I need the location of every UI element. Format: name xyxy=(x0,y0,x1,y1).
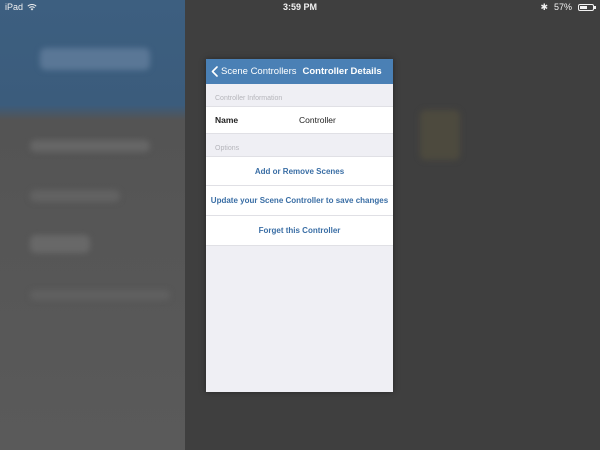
section-header-controller-info: Controller Information xyxy=(215,95,283,102)
page-title: Controller Details xyxy=(302,66,382,77)
back-button[interactable]: Scene Controllers xyxy=(206,66,297,77)
name-value: Controller xyxy=(299,115,336,125)
background-blur-element xyxy=(30,290,170,300)
section-header-options: Options xyxy=(215,145,240,152)
background-blur-element xyxy=(30,140,150,152)
name-row[interactable]: Name Controller xyxy=(206,106,393,134)
battery-icon xyxy=(578,3,596,11)
nav-bar: Scene Controllers Controller Details xyxy=(206,59,393,84)
status-time: 3:59 PM xyxy=(282,2,317,12)
forget-controller-button[interactable]: Forget this Controller xyxy=(206,216,393,246)
background-blur-element xyxy=(40,48,150,70)
background-blur-element xyxy=(420,110,460,160)
update-controller-button[interactable]: Update your Scene Controller to save cha… xyxy=(206,186,393,216)
controller-details-panel: Scene Controllers Controller Details Con… xyxy=(206,59,393,392)
bluetooth-icon: ✱ xyxy=(540,2,548,12)
status-bar: iPad 3:59 PM ✱ 57% xyxy=(0,0,600,14)
back-button-label: Scene Controllers xyxy=(221,66,297,77)
background-blur-element xyxy=(30,190,120,202)
chevron-left-icon xyxy=(211,66,218,77)
name-label: Name xyxy=(215,115,239,125)
add-remove-scenes-button[interactable]: Add or Remove Scenes xyxy=(206,156,393,186)
status-bar-right: ✱ 57% xyxy=(540,0,596,14)
battery-percent: 57% xyxy=(553,2,572,12)
battery-level xyxy=(580,5,587,9)
background-blur-element xyxy=(30,235,90,253)
